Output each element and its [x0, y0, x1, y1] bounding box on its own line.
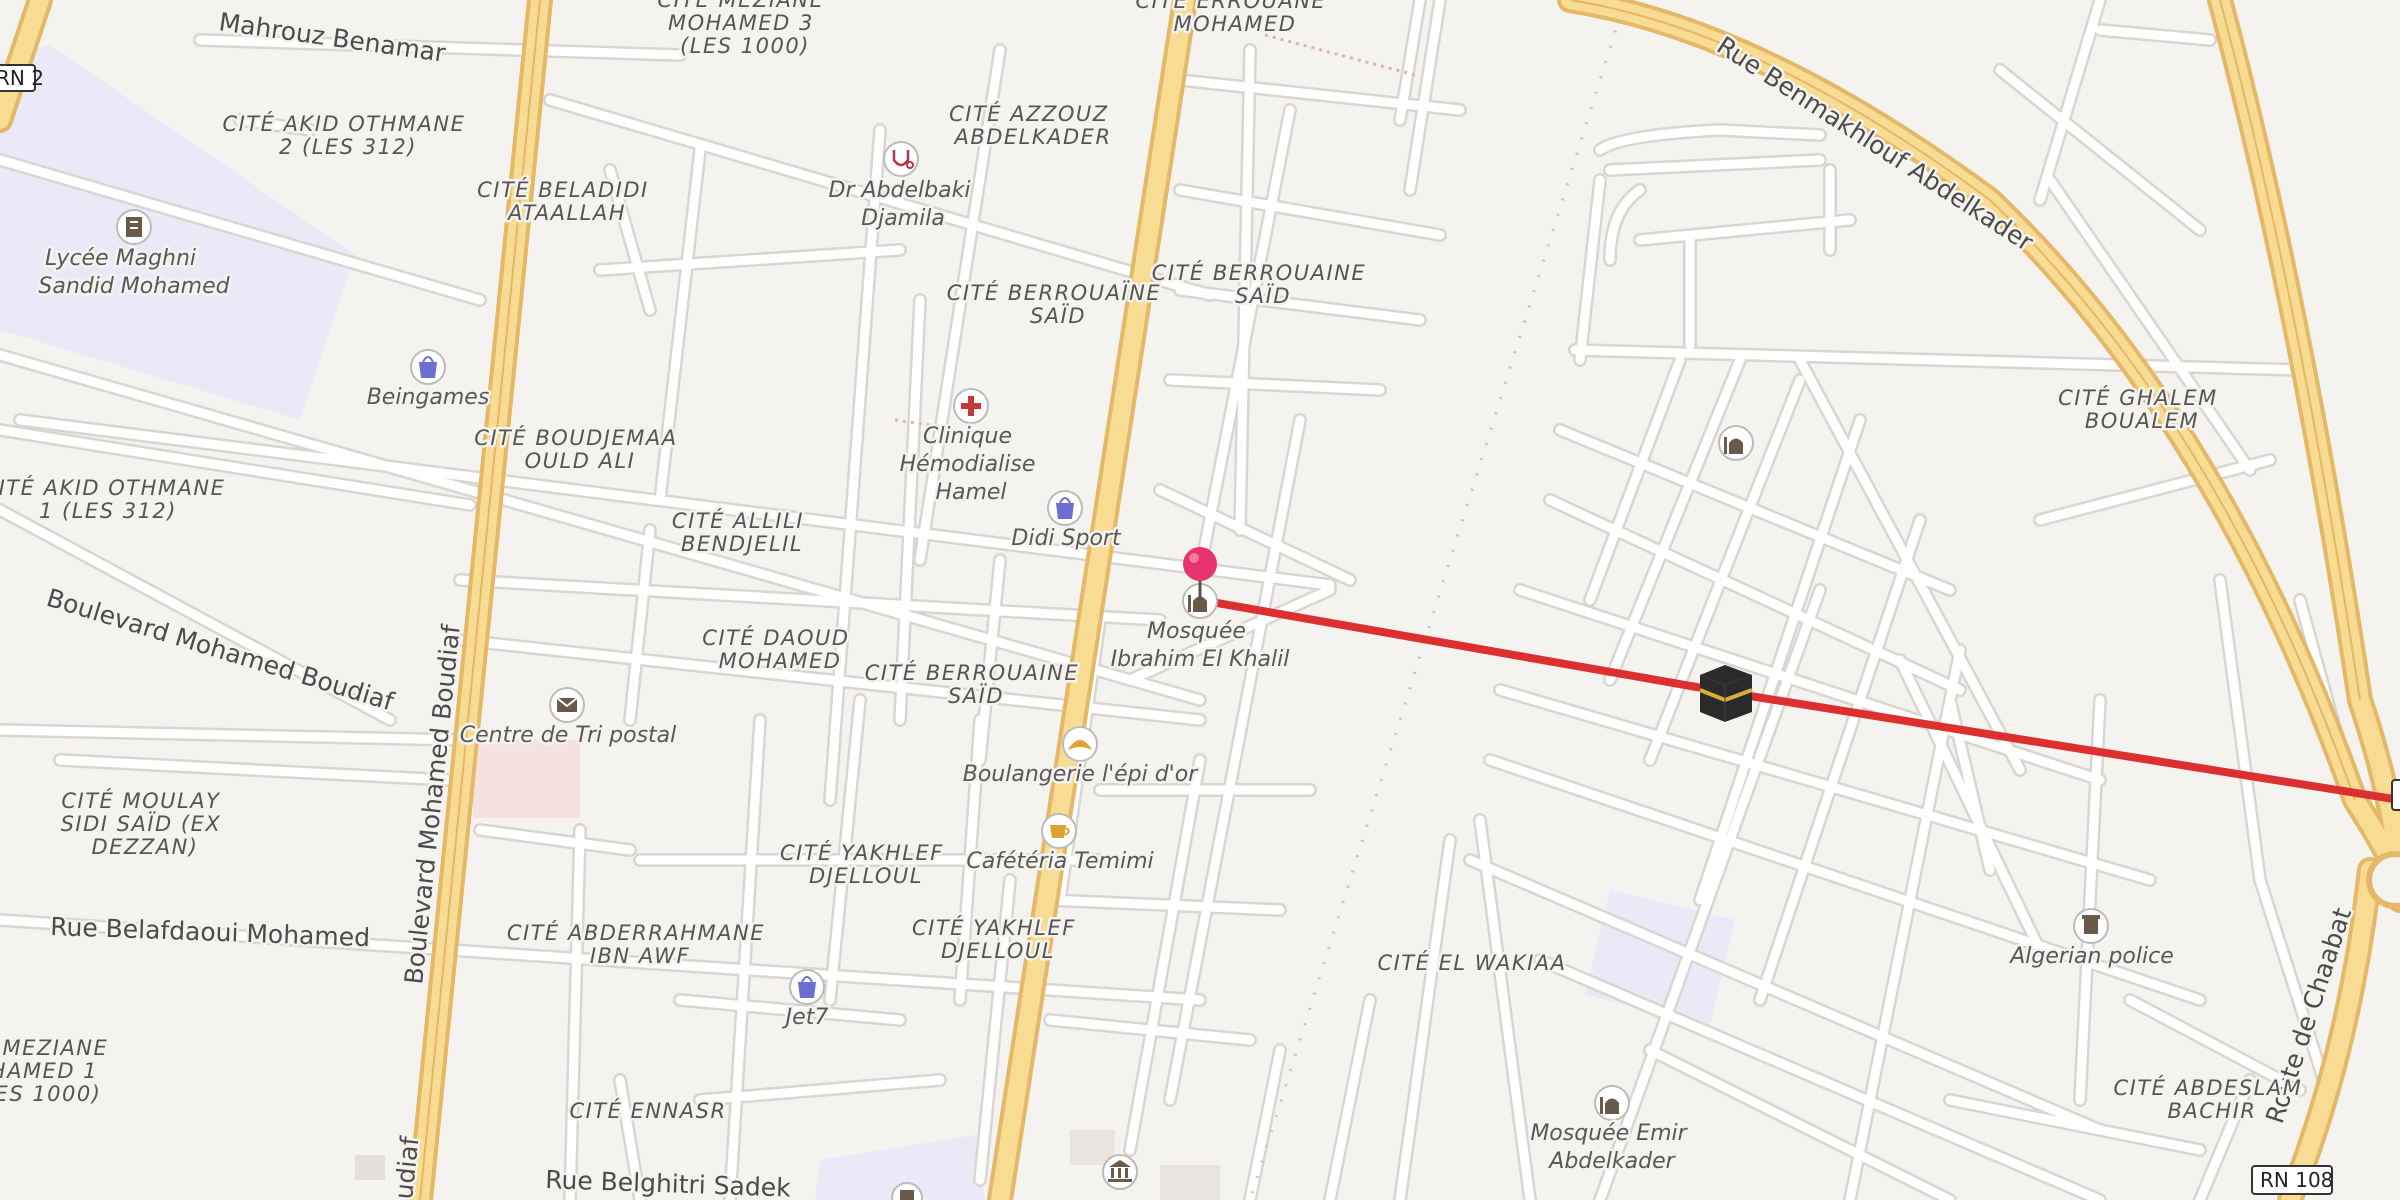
svg-text:RN 108: RN 108 [2260, 1168, 2333, 1192]
map-svg[interactable]: Mahrouz Benamar Rue Benmakhlouf Abdelkad… [0, 0, 2400, 1200]
coffee-cup-icon [1041, 813, 1077, 849]
shopping-bag-icon [789, 969, 825, 1005]
district-label-moulay: CITÉ MOULAY SIDI SAÏD (EX DEZZAN) [61, 788, 230, 859]
medical-cross-icon [953, 388, 989, 424]
poi-label-centre-tri: Centre de Tri postal [460, 723, 677, 748]
stethoscope-icon [883, 141, 919, 177]
poi-label-cafeteria: Cafétéria Temimi [966, 849, 1153, 874]
district-label-yakhlef2: CITÉ YAKHLEF DJELLOUL [912, 915, 1084, 963]
poi-label-jet7: Jet7 [782, 1005, 829, 1030]
building-block-3 [355, 1155, 385, 1180]
district-label-yakhlef1: CITÉ YAKHLEF DJELLOUL [780, 840, 952, 888]
school-icon [116, 209, 152, 245]
district-label-akid2: CITÉ AKID OTHMANE 2 (LES 312) [222, 111, 473, 159]
shopping-bag-icon [410, 349, 446, 385]
croissant-icon [1062, 726, 1098, 762]
district-label-azzouz: CITÉ AZZOUZ ABDELKADER [949, 101, 1117, 149]
district-label-akid1: CITÉ AKID OTHMANE 1 (LES 312) [0, 475, 234, 523]
street-label-boulevard-boudiaf: Boulevard Mohamed Boudiaf [43, 583, 398, 717]
mosque-icon [1718, 425, 1754, 461]
museum-icon [1102, 1154, 1138, 1190]
poi-boulangerie[interactable]: Boulangerie l'épi d'or [960, 726, 1202, 790]
poi-label-clinique: Clinique Hémodialise Hamel [900, 424, 1043, 505]
road-shield-edge [2391, 779, 2400, 811]
poi-label-didi: Didi Sport [1011, 526, 1122, 551]
police-icon [2073, 908, 2109, 944]
postal-facility-area [473, 740, 580, 818]
poi-mosquee-emir[interactable]: Mosquée Emir Abdelkader [1528, 1085, 1693, 1177]
district-label-errouane: CITÉ ERROUANE MOHAMED [1135, 0, 1334, 36]
district-label-ghalem: CITÉ GHALEM BOUALEM [2058, 385, 2226, 433]
street-label-belghitri: Rue Belghitri Sadek [545, 1165, 792, 1200]
poi-beingames[interactable]: Beingames [364, 349, 492, 413]
shopping-bag-icon [1047, 490, 1083, 526]
poi-label-beingames: Beingames [367, 385, 490, 410]
district-label-meziane-top: CITÉ MEZIANE MOHAMED 3 (LES 1000) [657, 0, 832, 58]
mosque-icon [1594, 1085, 1630, 1121]
poi-label-police: Algerian police [2008, 944, 2174, 969]
destination-kaaba-marker[interactable] [1699, 665, 1753, 722]
poi-cafeteria[interactable]: Cafétéria Temimi [964, 813, 1156, 877]
minor-roads-casing [0, 0, 2367, 1200]
district-label-ennasr: CITÉ ENNASR [569, 1098, 726, 1123]
poi-museum[interactable] [1102, 1154, 1138, 1190]
street-label-belafdaoui: Rue Belafdaoui Mohamed [50, 912, 371, 952]
district-label-daoud: CITÉ DAOUD MOHAMED [702, 625, 857, 673]
mail-icon [549, 687, 585, 723]
road-shield-rn2: RN 2 [0, 64, 44, 92]
kaaba-icon [1699, 665, 1753, 722]
poi-label-boulangerie: Boulangerie l'épi d'or [963, 762, 1199, 787]
roundabout [2366, 851, 2400, 909]
map-canvas[interactable]: Mahrouz Benamar Rue Benmakhlouf Abdelkad… [0, 0, 2400, 1200]
district-label-allili: CITÉ ALLILI BENDJELIL [672, 508, 812, 556]
road-shield-rn108: RN 108 [2251, 1165, 2333, 1195]
svg-text:RN 2: RN 2 [0, 66, 44, 90]
poi-centre-tri[interactable]: Centre de Tri postal [457, 687, 679, 751]
district-label-wakiaa: CITÉ EL WAKIAA [1377, 950, 1566, 975]
district-label-berrouaine2: CITÉ BERROUAINE SAÏD [1152, 260, 1375, 308]
path-dashed [1264, 33, 1416, 77]
building-block-2 [1160, 1165, 1220, 1200]
street-label-benamar: Mahrouz Benamar [217, 7, 448, 68]
district-label-meziane-bottom: É MEZIANE HAMED 1 ES 1000) [0, 1035, 116, 1106]
poi-mosque-unlabeled[interactable] [1718, 425, 1754, 461]
